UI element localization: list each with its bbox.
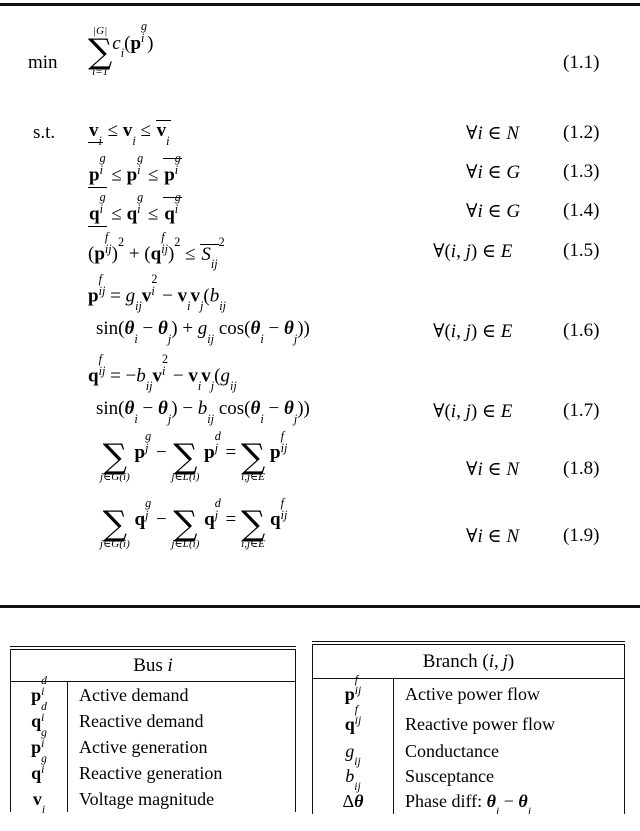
bus-desc-q-g: Reactive generation	[68, 760, 296, 787]
bus-notation-table: Bus i pdi Active demand qdi Reactive dem…	[10, 646, 296, 816]
sum-lower-limit: i,j∈E	[241, 471, 266, 484]
summation-symbol: |G| ∑ i=1	[88, 25, 113, 78]
eq-number-1-2: (1.2)	[563, 122, 600, 143]
eq-quantifier-1-2: ∀i ∈ N	[466, 123, 520, 144]
eq-quantifier-1-6: ∀(i, j) ∈ E	[433, 321, 513, 342]
sigma-glyph: ∑	[173, 504, 198, 544]
summation-symbol: ∑ i,j∈E	[240, 504, 266, 551]
eq-quantifier-1-3: ∀i ∈ G	[466, 162, 521, 183]
summation-symbol: ∑ j∈G(i)	[100, 504, 130, 551]
constraint-operator: s.t.	[33, 122, 56, 143]
sigma-glyph: ∑	[240, 504, 266, 544]
bus-symbol-q-g: qgi	[10, 753, 68, 787]
table-row: q f ij Reactive power flow	[312, 704, 625, 740]
eq-1-6-body-line2: sin(θi − θj) + gij cos(θi − θj))	[96, 318, 310, 346]
eq-1-6-body-line1: p f ij = gijv 2 i − vivj(bij	[88, 272, 226, 314]
table-row: pdi Active demand	[10, 675, 296, 709]
bus-symbol-q-d: qdi	[10, 701, 68, 735]
eq-number-1-8: (1.8)	[563, 458, 600, 479]
bus-table-header-row: Bus i	[10, 650, 296, 682]
eq-number-1-6: (1.6)	[563, 320, 600, 341]
eq-1-7-body-line2: sin(θi − θj) − bij cos(θi − θj))	[96, 398, 310, 426]
table-row: vi Voltage magnitude	[10, 786, 296, 816]
eq-1-7-body-line1: q f ij = −bijv 2 i − vivj(gij	[88, 352, 237, 394]
bus-symbol-p-g: pgi	[10, 727, 68, 761]
page-top-rule	[0, 3, 640, 6]
eq-quantifier-1-9: ∀i ∈ N	[466, 526, 520, 547]
eq-1-8-body: ∑ j∈G(i) pgj − ∑ j∈L(i) pdj = ∑ i,j∈E pf…	[100, 429, 288, 484]
summation-symbol: ∑ j∈G(i)	[100, 437, 130, 484]
objective-operator: min	[28, 52, 58, 73]
branch-desc-q-f: Reactive power flow	[394, 709, 625, 740]
bus-desc-p-g: Active generation	[68, 734, 296, 761]
eq-number-1-7: (1.7)	[563, 400, 600, 421]
eq-number-1-3: (1.3)	[563, 161, 600, 182]
eq-number-1-4: (1.4)	[563, 200, 600, 221]
bus-desc-q-d: Reactive demand	[68, 708, 296, 735]
eq-1-1-body: |G| ∑ i=1 ci(p g i)	[88, 19, 154, 78]
table-row: qdi Reactive demand	[10, 701, 296, 735]
eq-number-1-9: (1.9)	[563, 525, 600, 546]
eq-1-2-body: vi ≤ vi ≤ vi	[88, 120, 171, 148]
eq-quantifier-1-8: ∀i ∈ N	[466, 459, 520, 480]
sigma-glyph: ∑	[173, 437, 198, 477]
branch-desc-g: Conductance	[394, 739, 625, 765]
eq-quantifier-1-7: ∀(i, j) ∈ E	[433, 401, 513, 422]
bus-symbol-p-d: pdi	[10, 675, 68, 709]
eq-1-4-body: qgi ≤ qgi ≤ qgi	[88, 191, 182, 227]
sum-lower-limit: j∈L(i)	[171, 471, 200, 484]
summation-symbol: ∑ j∈L(i)	[171, 504, 200, 551]
summation-symbol: ∑ j∈L(i)	[171, 437, 200, 484]
eq-quantifier-1-5: ∀(i, j) ∈ E	[433, 241, 513, 262]
branch-desc-p-f: Active power flow	[394, 679, 625, 710]
eq-1-3-body: pgi ≤ pgi ≤ pgi	[88, 152, 182, 188]
sigma-glyph: ∑	[88, 31, 113, 72]
bus-symbol-v: vi	[10, 786, 68, 816]
eq-1-9-body: ∑ j∈G(i) qgj − ∑ j∈L(i) qdj = ∑ i,j∈E qf…	[100, 496, 288, 551]
eq-quantifier-1-4: ∀i ∈ G	[466, 201, 521, 222]
branch-table-header-label: Branch (i, j)	[312, 645, 625, 679]
section-separator-rule	[0, 605, 640, 608]
summation-symbol: ∑ i,j∈E	[240, 437, 266, 484]
eq-number-1-1: (1.1)	[563, 52, 600, 73]
bus-table-header-label: Bus i	[10, 650, 296, 682]
table-row: qgi Reactive generation	[10, 753, 296, 787]
sum-lower-limit: j∈G(i)	[100, 538, 130, 551]
eq-number-1-5: (1.5)	[563, 240, 600, 261]
branch-symbol-b: bij	[312, 764, 394, 793]
sum-lower-limit: j∈G(i)	[100, 471, 130, 484]
branch-symbol-g: gij	[312, 739, 394, 768]
sum-lower-limit: i,j∈E	[241, 538, 266, 551]
branch-table-header-row: Branch (i, j)	[312, 645, 625, 679]
branch-symbol-p-f: p f ij	[312, 674, 394, 710]
branch-desc-delta-theta: Phase diff: θi − θj	[394, 789, 625, 815]
sum-lower-limit: j∈L(i)	[171, 538, 200, 551]
branch-notation-table: Branch (i, j) p f ij Active power flow qfi…	[312, 641, 625, 815]
branch-symbol-q-f: q f ij	[312, 704, 394, 740]
branch-desc-b: Susceptance	[394, 764, 625, 790]
bus-desc-v: Voltage magnitude	[68, 786, 296, 813]
bus-desc-p-d: Active demand	[68, 682, 296, 709]
sigma-glyph: ∑	[102, 437, 128, 477]
eq-1-5-body: (p f ij)2 + (q f ij)2 ≤ Sij2	[88, 230, 225, 272]
branch-symbol-delta-theta: Δθ	[312, 789, 394, 815]
sigma-glyph: ∑	[240, 437, 266, 477]
sigma-glyph: ∑	[102, 504, 128, 544]
table-row: gij Conductance	[312, 739, 625, 768]
table-row: pgi Active generation	[10, 727, 296, 761]
